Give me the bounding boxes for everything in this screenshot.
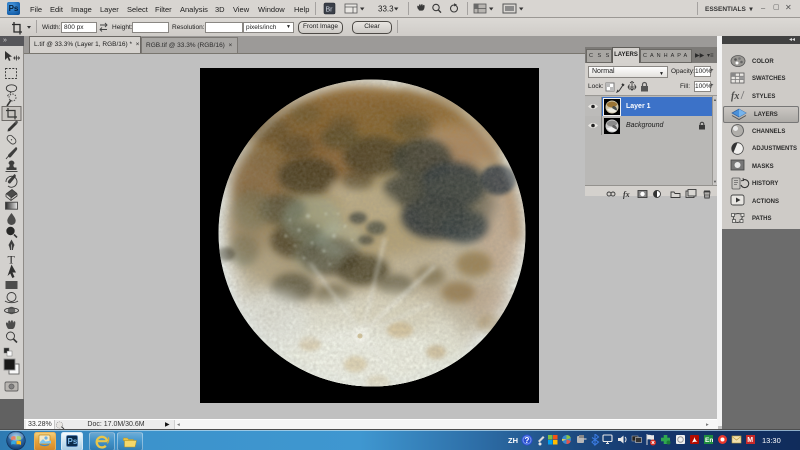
- svg-text:33.3: 33.3: [378, 5, 394, 14]
- svg-text:M: M: [747, 437, 753, 444]
- svg-text:Ps: Ps: [67, 437, 77, 446]
- svg-text:fx: fx: [731, 91, 739, 102]
- svg-text:Br: Br: [326, 7, 334, 14]
- svg-text:T: T: [8, 253, 16, 267]
- svg-text:En: En: [705, 437, 713, 444]
- svg-text:fx: fx: [623, 190, 630, 199]
- svg-text:?: ?: [525, 436, 530, 445]
